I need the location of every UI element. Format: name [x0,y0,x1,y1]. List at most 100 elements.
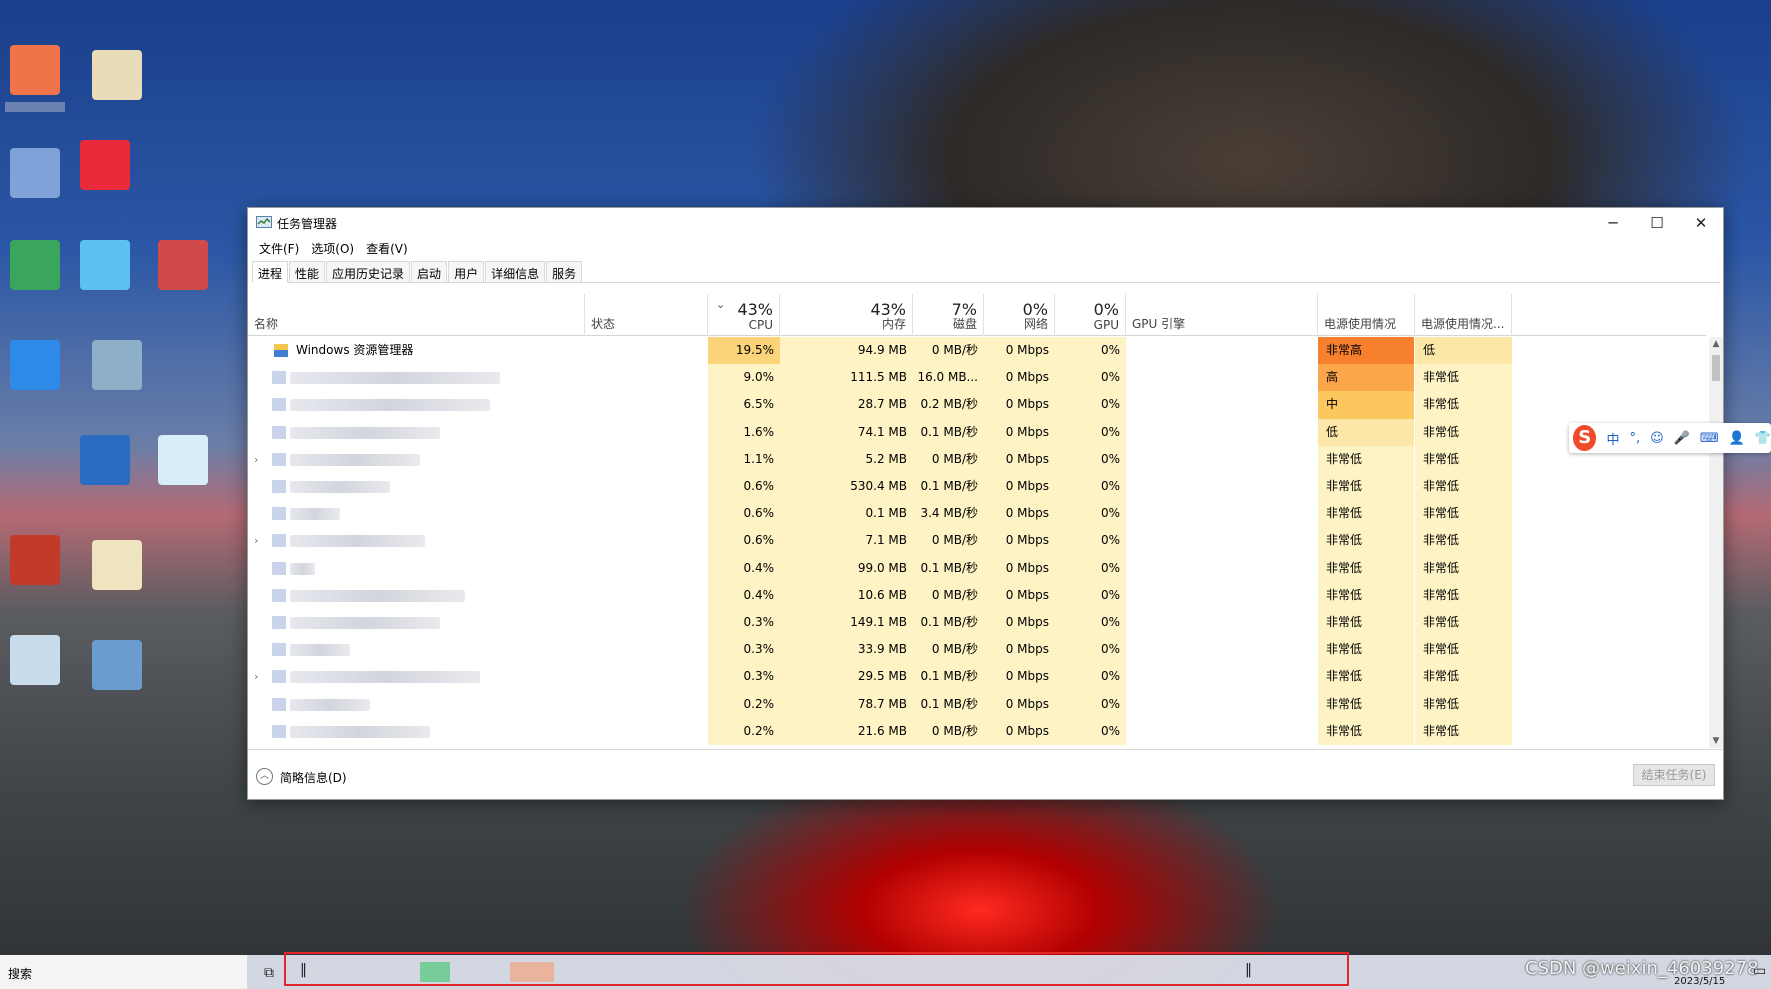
task-view-icon[interactable]: ⧉ [264,965,274,981]
expand-chevron-icon[interactable]: › [254,446,258,473]
process-row[interactable]: Windows 资源管理器 19.5% 94.9 MB 0 MB/秒 0 Mbps 0% 非… [248,337,1706,365]
ime-voice-icon[interactable]: 🎤 [1674,431,1690,446]
desktop-icon[interactable] [92,640,142,690]
desktop-icon[interactable] [80,240,130,290]
column-header-disk[interactable]: 7% 磁盘 [913,294,984,336]
network-value: 0 Mbps [984,500,1055,528]
process-icon [272,616,286,629]
process-row[interactable]: › 1.1% 5.2 MB 0 MB/秒 0 Mbps 0% 非常低 非常低 [248,445,1706,473]
desktop-icon[interactable] [80,435,130,485]
desktop-icon[interactable] [10,148,60,198]
power-trend-value: 非常低 [1415,391,1512,419]
column-header-name[interactable]: 名称 [248,294,585,336]
column-header-memory[interactable]: 43% 内存 [780,294,913,336]
expand-chevron-icon[interactable]: › [254,527,258,554]
menu-view[interactable]: 查看(V) [360,238,414,258]
window-title: 任务管理器 [277,217,338,231]
ime-emoji-icon[interactable]: ☺ [1650,431,1664,446]
process-row[interactable]: 0.6% 0.1 MB 3.4 MB/秒 0 Mbps 0% 非常低 非常低 [248,500,1706,528]
gpu-engine-value [1126,582,1318,609]
tab-services[interactable]: 服务 [546,261,583,282]
column-header-cpu[interactable]: ⌄ 43% CPU [708,294,780,336]
scroll-down-icon[interactable]: ▼ [1709,736,1723,746]
column-label-status: 状态 [591,317,616,331]
sogou-logo-icon[interactable]: S [1573,425,1597,451]
vertical-scrollbar[interactable]: ▲ ▼ [1709,337,1723,748]
desktop-icon[interactable] [158,435,208,485]
process-row[interactable]: 6.5% 28.7 MB 0.2 MB/秒 0 Mbps 0% 中非常低 [248,391,1706,419]
desktop-icon[interactable] [10,535,60,585]
process-row[interactable]: 0.2% 21.6 MB 0 MB/秒 0 Mbps 0% 非常低 非常低 [248,717,1706,745]
notification-icon[interactable]: ▭ [1753,963,1766,979]
desktop-icon[interactable] [10,340,60,390]
disk-value: 0.1 MB/秒 [913,473,984,501]
title-bar[interactable]: 任务管理器 ─ ☐ ✕ [248,208,1723,238]
gpu-value: 0% [1055,609,1126,637]
column-header-status[interactable]: 状态 [585,294,708,336]
desktop-icon[interactable] [92,340,142,390]
column-header-power[interactable]: 电源使用情况 [1318,294,1415,336]
cpu-value: 6.5% [708,391,780,419]
scroll-up-icon[interactable]: ▲ [1709,339,1723,349]
desktop-icon[interactable] [158,240,208,290]
tab-users[interactable]: 用户 [448,261,485,282]
memory-value: 530.4 MB [780,473,913,501]
scroll-thumb[interactable] [1712,355,1720,381]
column-header-network[interactable]: 0% 网络 [984,294,1055,336]
cpu-value: 19.5% [708,337,780,365]
tab-startup[interactable]: 启动 [411,261,448,282]
process-row[interactable]: 1.6% 74.1 MB 0.1 MB/秒 0 Mbps 0% 低非常低 [248,418,1706,446]
menu-options[interactable]: 选项(O) [305,238,360,258]
gpu-value: 0% [1055,690,1126,718]
desktop-icon[interactable] [80,140,130,190]
clock-date[interactable]: 2023/5/15 [1674,976,1725,987]
ime-chinese-mode[interactable]: 中 [1606,429,1619,448]
ime-punctuation-icon[interactable]: °, [1629,431,1640,446]
process-icon [272,670,286,684]
tab-details[interactable]: 详细信息 [485,261,546,282]
column-label-power-trend: 电源使用情况... [1421,317,1505,331]
process-row[interactable]: 0.6% 530.4 MB 0.1 MB/秒 0 Mbps 0% 非常低 非常低 [248,473,1706,501]
tab-performance[interactable]: 性能 [289,261,326,282]
task-manager-window: 任务管理器 ─ ☐ ✕ 文件(F) 选项(O) 查看(V) 进程 性能 应用历史… [247,207,1724,800]
column-label-gpu-engine: GPU 引擎 [1132,317,1186,331]
network-value: 0 Mbps [984,663,1055,691]
process-row[interactable]: › 0.6% 7.1 MB 0 MB/秒 0 Mbps 0% 非常低 非常低 [248,527,1706,555]
process-row[interactable]: 0.3% 33.9 MB 0 MB/秒 0 Mbps 0% 非常低 非常低 [248,636,1706,664]
process-row[interactable]: 0.2% 78.7 MB 0.1 MB/秒 0 Mbps 0% 非常低 非常低 [248,690,1706,718]
column-header-gpu[interactable]: 0% GPU [1055,294,1126,336]
maximize-button[interactable]: ☐ [1635,208,1679,238]
column-label-name: 名称 [254,317,279,331]
desktop-icon[interactable] [10,45,60,95]
column-header-power-trend[interactable]: 电源使用情况... [1415,294,1512,336]
ime-keyboard-icon[interactable]: ⌨ [1700,431,1719,446]
process-row[interactable]: 0.3% 149.1 MB 0.1 MB/秒 0 Mbps 0% 非常低 非常低 [248,609,1706,637]
fewer-details-link[interactable]: 简略信息(D) [280,769,347,786]
gpu-engine-value [1126,718,1318,745]
memory-value: 10.6 MB [780,581,913,609]
process-row[interactable]: 9.0% 111.5 MB 16.0 MB... 0 Mbps 0% 高非常低 [248,364,1706,392]
process-row[interactable]: 0.4% 10.6 MB 0 MB/秒 0 Mbps 0% 非常低 非常低 [248,581,1706,609]
process-row[interactable]: 0.4% 99.0 MB 0.1 MB/秒 0 Mbps 0% 非常低 非常低 [248,554,1706,582]
desktop-icon[interactable] [10,635,60,685]
close-button[interactable]: ✕ [1679,208,1723,238]
column-header-gpu-engine[interactable]: GPU 引擎 [1126,294,1318,336]
tab-processes[interactable]: 进程 [252,261,289,283]
search-box[interactable]: 搜索 [0,955,247,989]
expand-chevron-icon[interactable]: › [254,663,258,690]
minimize-button[interactable]: ─ [1591,208,1635,238]
ime-skin-icon[interactable]: 👕 [1755,431,1771,446]
menu-file[interactable]: 文件(F) [253,238,305,258]
ime-user-icon[interactable]: 👤 [1729,431,1745,446]
chevron-up-icon[interactable]: ︿ [256,768,273,785]
desktop-icon[interactable] [10,240,60,290]
process-row[interactable]: › 0.3% 29.5 MB 0.1 MB/秒 0 Mbps 0% 非常低 非常低 [248,663,1706,691]
memory-value: 111.5 MB [780,364,913,392]
desktop-icon[interactable] [92,540,142,590]
memory-value: 28.7 MB [780,391,913,419]
desktop-icon[interactable] [92,50,142,100]
end-task-button[interactable]: 结束任务(E) [1633,764,1715,786]
tab-app-history[interactable]: 应用历史记录 [326,261,411,282]
process-icon [272,398,286,412]
network-value: 0 Mbps [984,445,1055,473]
